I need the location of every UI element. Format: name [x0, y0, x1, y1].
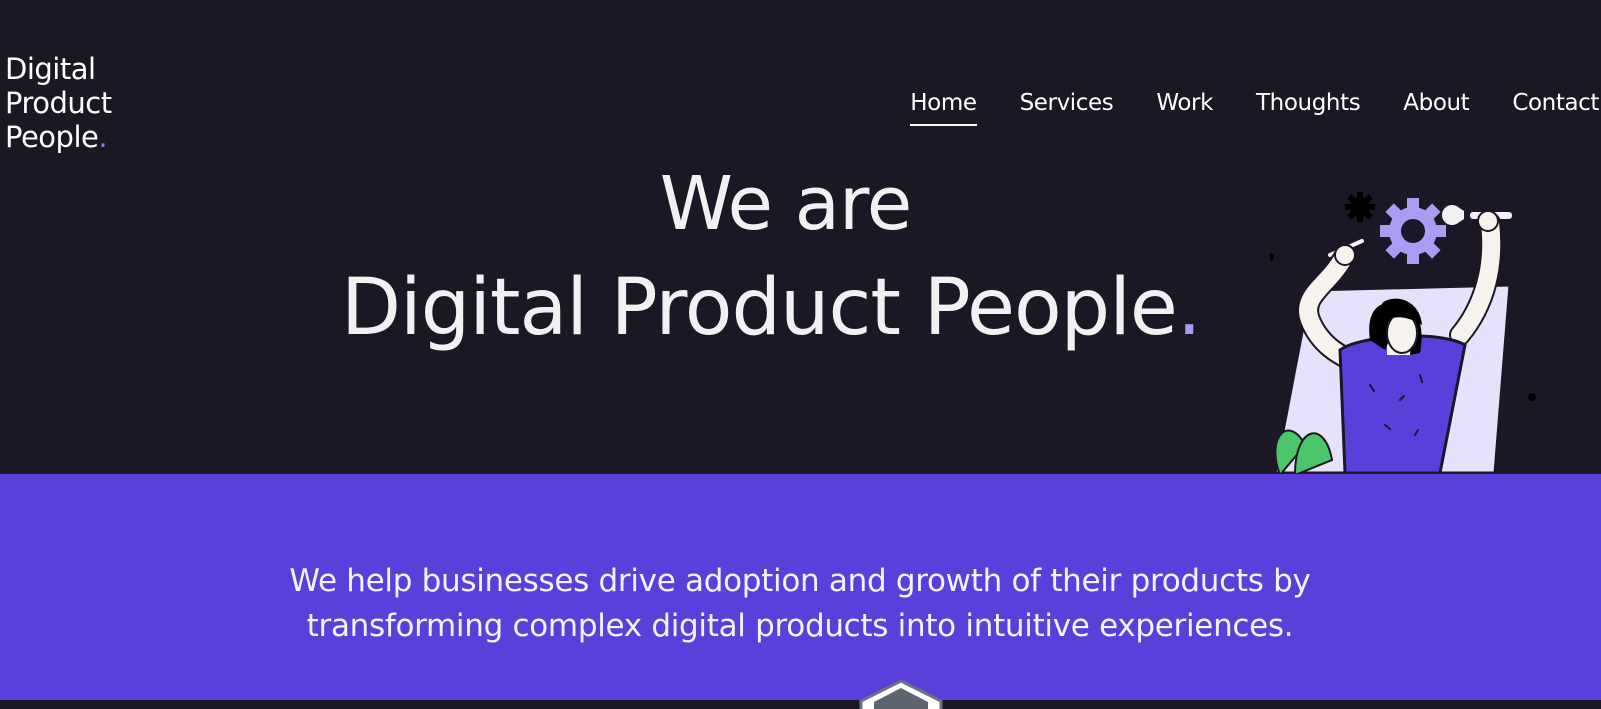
- large-gear-icon: [1380, 198, 1446, 264]
- nav-contact[interactable]: Contact: [1512, 88, 1599, 126]
- logo-line-1: Digital: [5, 52, 96, 86]
- site-logo[interactable]: Digital Product People.: [5, 52, 112, 154]
- hero-headline-line-2: Digital Product People.: [341, 262, 1202, 354]
- wrench-icon: [1442, 205, 1512, 225]
- hero-section: Digital Product People. Home Services Wo…: [0, 0, 1601, 474]
- nav-about[interactable]: About: [1403, 88, 1469, 126]
- intro-tagline: We help businesses drive adoption and gr…: [289, 563, 1311, 644]
- person-fixing-gears-illustration: [1270, 192, 1536, 474]
- nav-home[interactable]: Home: [910, 88, 977, 126]
- nav-services[interactable]: Services: [1020, 88, 1114, 126]
- logo-line-2: Product: [5, 86, 112, 120]
- intro-section: We help businesses drive adoption and gr…: [0, 474, 1601, 709]
- hero-headline-dot: .: [1176, 263, 1202, 353]
- hexagon-badge-icon: [859, 679, 943, 709]
- hero-headline-text: Digital Product People: [341, 263, 1178, 353]
- nav-work[interactable]: Work: [1156, 88, 1213, 126]
- small-gear-icon: [1345, 192, 1375, 222]
- logo-line-3-text: People: [5, 120, 99, 154]
- nav-thoughts[interactable]: Thoughts: [1256, 88, 1361, 126]
- logo-line-3: People.: [5, 120, 112, 154]
- logo-dot: .: [98, 120, 108, 154]
- main-nav: Home Services Work Thoughts About Contac…: [910, 88, 1599, 126]
